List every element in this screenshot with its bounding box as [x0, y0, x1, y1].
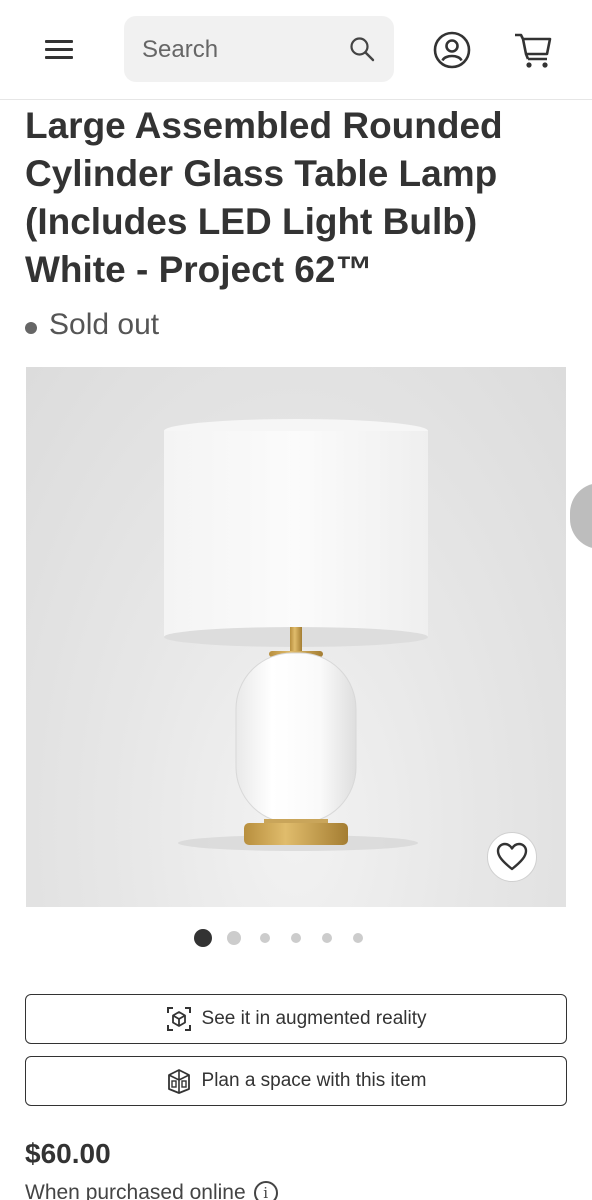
next-image-button[interactable] — [570, 483, 592, 549]
cart-icon[interactable] — [512, 30, 554, 70]
info-icon[interactable]: i — [253, 1181, 278, 1200]
product-page: Search Large Assembled Rounded Cylinder … — [0, 0, 592, 1200]
lamp-illustration — [164, 419, 428, 851]
search-placeholder: Search — [142, 36, 219, 63]
product-title: Large Assembled Rounded Cylinder Glass T… — [25, 105, 503, 290]
ar-button[interactable]: See it in augmented reality — [25, 994, 567, 1044]
search-icon[interactable] — [348, 35, 376, 63]
menu-icon-line — [45, 56, 73, 59]
carousel-dot-3[interactable] — [260, 933, 270, 943]
favorite-button[interactable] — [487, 832, 537, 882]
price-note-text: When purchased online — [25, 1181, 246, 1200]
availability-status: Sold out — [25, 305, 159, 345]
account-icon[interactable] — [432, 30, 472, 70]
menu-icon-line — [45, 40, 73, 43]
carousel-indicators — [0, 929, 592, 949]
carousel-dot-1[interactable] — [194, 929, 212, 947]
plan-space-button-label: Plan a space with this item — [201, 1070, 427, 1091]
carousel-dot-2[interactable] — [227, 931, 241, 945]
menu-icon-line — [45, 48, 73, 51]
price-note: When purchased online i — [25, 1181, 278, 1200]
menu-button[interactable] — [40, 30, 78, 68]
product-image[interactable] — [26, 367, 566, 907]
room-planner-icon — [167, 1069, 190, 1094]
augmented-reality-icon — [166, 1007, 191, 1031]
carousel-dot-6[interactable] — [353, 933, 363, 943]
availability-text: Sold out — [49, 308, 160, 341]
heart-icon — [496, 842, 528, 871]
carousel-dot-4[interactable] — [291, 933, 301, 943]
top-header: Search — [0, 0, 592, 100]
plan-space-button[interactable]: Plan a space with this item — [25, 1056, 567, 1106]
status-dot-icon — [25, 322, 37, 334]
search-input[interactable]: Search — [124, 16, 394, 82]
ar-button-label: See it in augmented reality — [201, 1008, 427, 1029]
product-price: $60.00 — [25, 1138, 111, 1169]
carousel-dot-5[interactable] — [322, 933, 332, 943]
